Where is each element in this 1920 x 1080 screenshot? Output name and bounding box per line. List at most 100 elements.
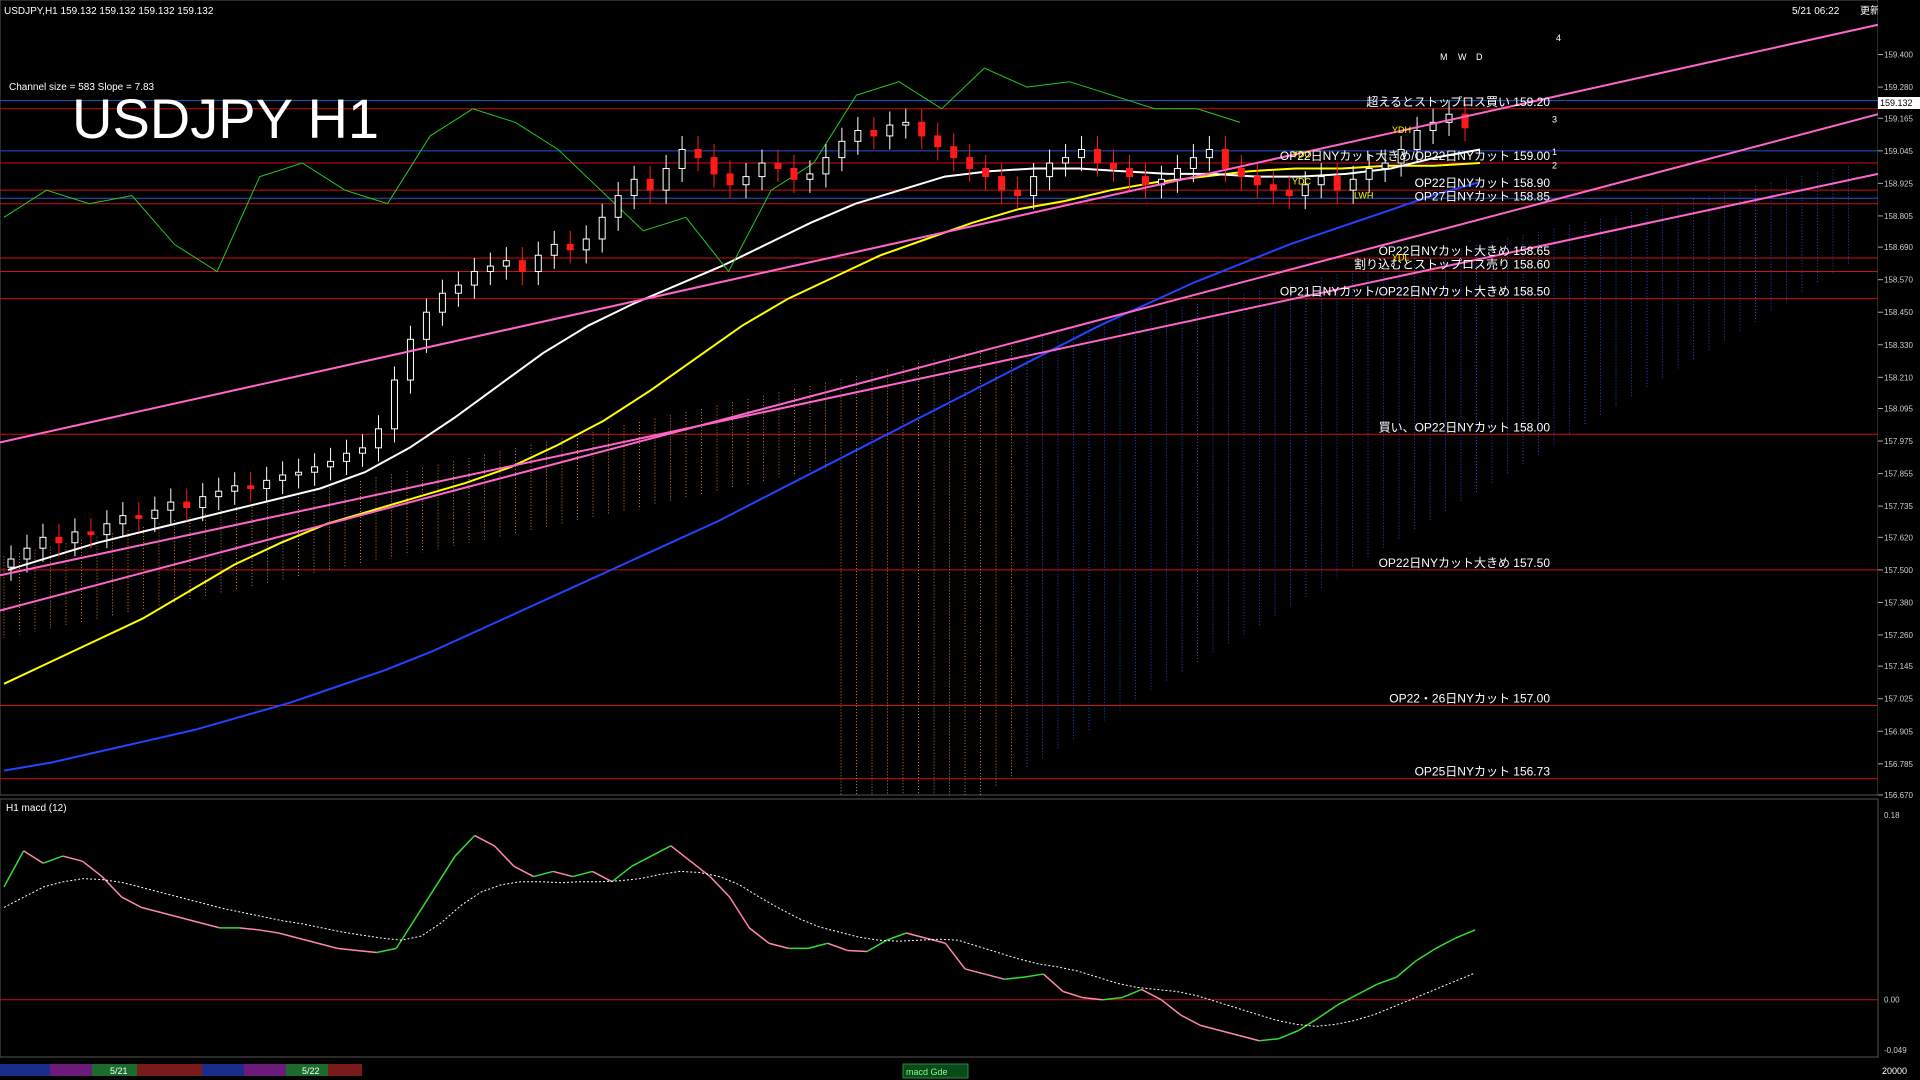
- candle-body: [950, 146, 958, 159]
- candle-body: [327, 460, 335, 468]
- y-tick-label: 157.025: [1884, 695, 1913, 704]
- candle-body: [454, 284, 462, 294]
- candle-body: [1110, 162, 1117, 169]
- macd-tick-label: 0.00: [1884, 996, 1900, 1005]
- candle-body: [199, 496, 207, 508]
- pivot-label: D: [1476, 52, 1483, 62]
- candle-body: [55, 536, 63, 544]
- pivot-label: W: [1458, 52, 1467, 62]
- pivot-label: YDO: [1292, 150, 1312, 160]
- pivot-label: LWH: [1354, 190, 1373, 200]
- candle-body: [1030, 176, 1038, 197]
- candle-body: [774, 162, 782, 169]
- candle-body: [934, 135, 942, 148]
- candle-body: [1269, 184, 1277, 191]
- candle-body: [1062, 157, 1070, 164]
- y-tick-label: 158.095: [1884, 405, 1913, 414]
- candle-body: [23, 547, 31, 560]
- candle-body: [390, 379, 398, 430]
- candle-body: [263, 479, 271, 490]
- level-label: 割り込むとストップロス売り 158.60: [1354, 257, 1550, 272]
- candle-body: [1078, 148, 1086, 159]
- candle-body: [854, 129, 862, 142]
- candle-body: [103, 523, 111, 536]
- level-label: OP22日NYカット大きめ/OP22日NYカット 159.00: [1280, 149, 1550, 163]
- candle-body: [598, 216, 606, 240]
- candle-body: [886, 124, 894, 137]
- candle-body: [1014, 189, 1022, 197]
- candle-body: [550, 243, 558, 256]
- candle-body: [406, 338, 414, 381]
- candle-body: [870, 129, 878, 137]
- date-label-1: 5/22: [302, 1066, 320, 1076]
- candle-body: [1365, 167, 1373, 180]
- macd-segment: [847, 949, 868, 953]
- pivot-label: YDH: [1392, 125, 1411, 135]
- candle-body: [518, 260, 526, 273]
- candle-body: [918, 121, 926, 137]
- y-tick-label: 157.145: [1884, 662, 1913, 671]
- candle-body: [1221, 148, 1229, 169]
- candle-body: [1205, 148, 1213, 159]
- y-tick-label: 157.500: [1884, 566, 1913, 575]
- candle-body: [183, 501, 191, 508]
- pivot-label: M: [1440, 52, 1448, 62]
- candle-body: [1189, 157, 1197, 169]
- y-tick-label: 156.670: [1884, 791, 1913, 800]
- candle-body: [135, 515, 143, 519]
- y-tick-label: 159.165: [1884, 114, 1913, 123]
- candle-body: [822, 157, 830, 175]
- candle-body: [630, 178, 638, 197]
- candle-body: [582, 238, 590, 251]
- date-label-0: 5/21: [110, 1066, 128, 1076]
- pivot-label: 4: [1556, 33, 1561, 43]
- candle-body: [998, 176, 1006, 191]
- candle-body: [758, 162, 766, 178]
- pivot-label: YDL: [1392, 253, 1410, 263]
- big-title: USDJPY H1: [72, 87, 379, 150]
- pivot-label: YDC: [1292, 177, 1312, 187]
- candle-body: [87, 531, 95, 536]
- candle-body: [1253, 176, 1261, 186]
- candle-body: [1285, 189, 1293, 197]
- candle-body: [902, 121, 910, 126]
- y-tick-label: 158.690: [1884, 243, 1913, 252]
- candle-body: [1381, 162, 1389, 169]
- candle-body: [151, 509, 159, 519]
- candle-body: [1173, 167, 1181, 180]
- level-label: OP25日NYカット 156.73: [1415, 765, 1551, 779]
- candle-body: [646, 178, 654, 191]
- candle-body: [662, 167, 670, 191]
- candle-body: [678, 148, 686, 169]
- level-label: OP22・26日NYカット 157.00: [1389, 691, 1550, 705]
- y-tick-label: 158.925: [1884, 179, 1913, 188]
- macd-tick-label: 0.18: [1884, 811, 1900, 820]
- candle-body: [534, 254, 542, 273]
- candle-body: [838, 140, 846, 159]
- y-tick-label: 157.855: [1884, 470, 1913, 479]
- candle-body: [375, 428, 382, 449]
- y-tick-label: 157.620: [1884, 533, 1913, 542]
- level-label: OP22日NYカット大きめ 157.50: [1379, 556, 1551, 570]
- candle-body: [167, 501, 175, 511]
- level-label: 超えるとストップロス買い 159.20: [1366, 94, 1550, 109]
- candle-body: [502, 260, 510, 267]
- candle-body: [1413, 129, 1421, 150]
- candle-body: [247, 485, 255, 490]
- candle-body: [438, 292, 446, 313]
- level-label: OP21日NYカット/OP22日NYカット大きめ 158.50: [1280, 285, 1550, 299]
- candle-body: [710, 157, 718, 175]
- candle-body: [470, 271, 478, 286]
- y-tick-label: 156.785: [1884, 760, 1913, 769]
- candle-body: [279, 474, 287, 481]
- pivot-label: 3: [1552, 114, 1557, 124]
- level-label: OP22日NYカット 158.90: [1415, 176, 1551, 190]
- candle-body: [295, 471, 303, 476]
- chart-window: 超えるとストップロス買い 159.20 OP22日NYカット大きめ/OP22日NY…: [0, 0, 1920, 1080]
- candle-body: [1141, 176, 1149, 186]
- y-tick-label: 158.450: [1884, 308, 1913, 317]
- candle-body: [1125, 167, 1133, 178]
- candle-body: [1317, 176, 1325, 186]
- candle-body: [790, 167, 798, 180]
- y-tick-label: 158.330: [1884, 341, 1913, 350]
